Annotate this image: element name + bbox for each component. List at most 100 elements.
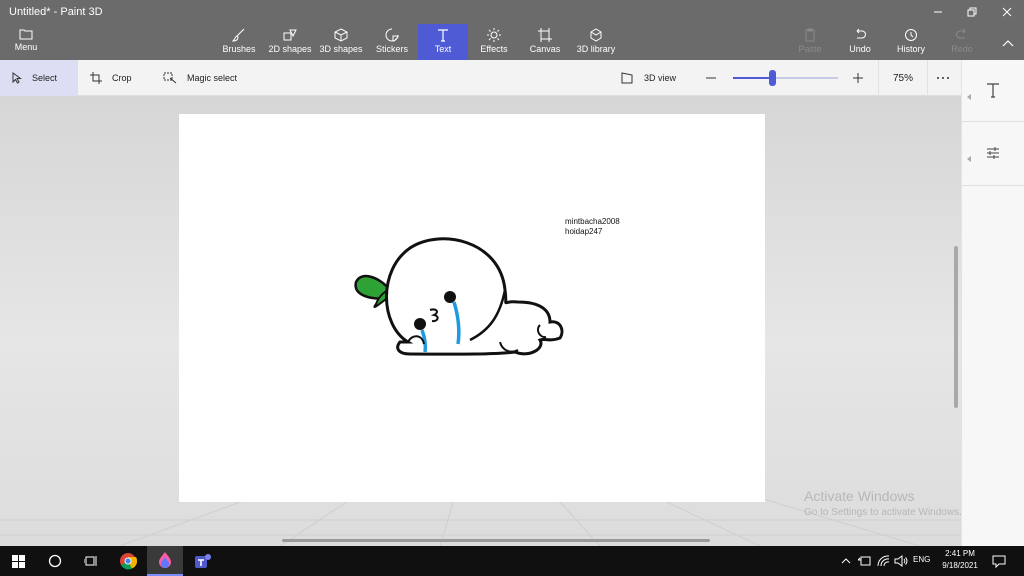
zoom-percentage[interactable]: 75% bbox=[878, 60, 928, 96]
history-button[interactable]: History bbox=[887, 24, 935, 60]
undo-button[interactable]: Undo bbox=[836, 24, 884, 60]
tool-canvas[interactable]: Canvas bbox=[521, 24, 569, 60]
activate-windows-watermark: Activate Windows Go to Settings to activ… bbox=[804, 488, 962, 518]
crop-button[interactable]: Crop bbox=[90, 60, 132, 96]
magic-select-label: Magic select bbox=[187, 73, 238, 83]
sliders-icon bbox=[987, 147, 999, 159]
tool-text-label: Text bbox=[434, 44, 452, 54]
speaker-icon bbox=[894, 555, 908, 567]
tool-brushes[interactable]: Brushes bbox=[215, 24, 263, 60]
tablet-mode-tray[interactable] bbox=[855, 546, 873, 576]
minimize-button[interactable] bbox=[921, 0, 955, 24]
plus-icon bbox=[853, 73, 863, 83]
3d-shapes-icon bbox=[334, 28, 348, 42]
tool-effects[interactable]: Effects bbox=[470, 24, 518, 60]
chevron-up-icon bbox=[841, 558, 851, 564]
chevron-up-icon bbox=[1002, 40, 1014, 47]
zoom-slider-thumb[interactable] bbox=[768, 70, 776, 86]
paste-label: Paste bbox=[798, 44, 822, 54]
canvas-text-line1: mintbacha2008 bbox=[565, 217, 620, 226]
menu-label: Menu bbox=[14, 42, 38, 52]
side-panel bbox=[961, 60, 1024, 546]
blob-eye-left bbox=[414, 318, 426, 330]
tool-2d-shapes[interactable]: 2D shapes bbox=[266, 24, 314, 60]
restore-button[interactable] bbox=[955, 0, 989, 24]
tablet-icon bbox=[857, 556, 870, 566]
3d-view-label: 3D view bbox=[644, 73, 677, 83]
show-hidden-icons-button[interactable] bbox=[838, 546, 854, 576]
paint3d-taskbar-button[interactable] bbox=[147, 546, 183, 576]
select-button[interactable]: Select bbox=[0, 60, 78, 96]
zoom-value: 75% bbox=[892, 72, 913, 84]
crop-icon bbox=[90, 72, 102, 84]
wifi-icon bbox=[876, 555, 889, 567]
canvas-text-line2: hoidap247 bbox=[565, 227, 603, 236]
volume-tray[interactable] bbox=[892, 546, 910, 576]
chrome-taskbar-button[interactable] bbox=[110, 546, 146, 576]
sticker-icon bbox=[385, 28, 399, 42]
crop-label: Crop bbox=[112, 73, 132, 83]
2d-shapes-icon bbox=[283, 29, 297, 41]
close-icon bbox=[1002, 7, 1012, 17]
tool-stickers-label: Stickers bbox=[375, 44, 408, 54]
horizontal-scrollbar[interactable] bbox=[282, 539, 710, 542]
collapse-ribbon-button[interactable] bbox=[1002, 34, 1014, 52]
adjust-settings-button[interactable] bbox=[986, 146, 1000, 165]
folder-icon bbox=[19, 29, 33, 40]
history-label: History bbox=[896, 44, 925, 54]
side-panel-divider bbox=[962, 121, 1024, 122]
wifi-tray[interactable] bbox=[874, 546, 892, 576]
text-tool-panel-button[interactable] bbox=[986, 82, 1000, 103]
window-title: Untitled* - Paint 3D bbox=[9, 6, 103, 18]
magic-select-icon bbox=[163, 72, 177, 84]
chevron-left-icon bbox=[967, 156, 971, 162]
magic-select-button[interactable]: Magic select bbox=[163, 60, 237, 96]
tool-3d-library[interactable]: 3D library bbox=[572, 24, 620, 60]
menu-button[interactable]: Menu bbox=[8, 28, 44, 58]
redo-button[interactable]: Redo bbox=[938, 24, 986, 60]
task-view-icon bbox=[84, 556, 97, 566]
zoom-slider-fill bbox=[733, 77, 772, 79]
notifications-button[interactable] bbox=[986, 546, 1012, 576]
clock-date: 9/18/2021 bbox=[942, 561, 978, 570]
brush-icon bbox=[232, 28, 245, 42]
redo-label: Redo bbox=[951, 44, 973, 54]
vertical-scrollbar[interactable] bbox=[954, 246, 958, 408]
input-language[interactable]: ENG bbox=[913, 555, 930, 564]
tool-effects-label: Effects bbox=[480, 44, 508, 54]
paste-icon bbox=[805, 28, 815, 42]
panel-expand-arrow-2[interactable] bbox=[966, 150, 972, 168]
zoom-in-button[interactable] bbox=[852, 60, 874, 96]
canvas-text-box[interactable]: mintbacha2008 hoidap247 bbox=[565, 217, 620, 237]
3d-view-button[interactable]: 3D view bbox=[620, 60, 676, 96]
tool-3d-library-label: 3D library bbox=[576, 44, 616, 54]
tool-3d-shapes[interactable]: 3D shapes bbox=[317, 24, 365, 60]
restore-icon bbox=[967, 7, 977, 17]
task-view-button[interactable] bbox=[74, 546, 108, 576]
text-icon bbox=[438, 29, 448, 42]
panel-expand-arrow-1[interactable] bbox=[966, 88, 972, 106]
system-clock[interactable]: 2:41 PM 9/18/2021 bbox=[934, 548, 986, 572]
more-options-button[interactable] bbox=[936, 60, 960, 96]
watermark-subtitle: Go to Settings to activate Windows. bbox=[804, 507, 962, 518]
tool-text[interactable]: Text bbox=[418, 24, 468, 60]
close-button[interactable] bbox=[990, 0, 1024, 24]
chrome-icon bbox=[120, 553, 137, 570]
effects-icon bbox=[487, 28, 501, 42]
blob-eye-right bbox=[444, 291, 456, 303]
start-button[interactable] bbox=[0, 546, 36, 576]
search-button[interactable] bbox=[38, 546, 72, 576]
paste-button[interactable]: Paste bbox=[786, 24, 834, 60]
undo-label: Undo bbox=[849, 44, 871, 54]
zoom-out-button[interactable] bbox=[705, 60, 727, 96]
3d-view-icon bbox=[621, 72, 633, 84]
redo-icon bbox=[956, 28, 966, 39]
tool-stickers[interactable]: Stickers bbox=[368, 24, 416, 60]
watermark-title: Activate Windows bbox=[804, 488, 915, 504]
more-icon bbox=[937, 77, 949, 79]
side-panel-divider bbox=[962, 185, 1024, 186]
teams-taskbar-button[interactable] bbox=[185, 546, 221, 576]
text-icon bbox=[987, 83, 999, 98]
teams-icon bbox=[195, 554, 211, 568]
tool-3d-shapes-label: 3D shapes bbox=[319, 44, 363, 54]
